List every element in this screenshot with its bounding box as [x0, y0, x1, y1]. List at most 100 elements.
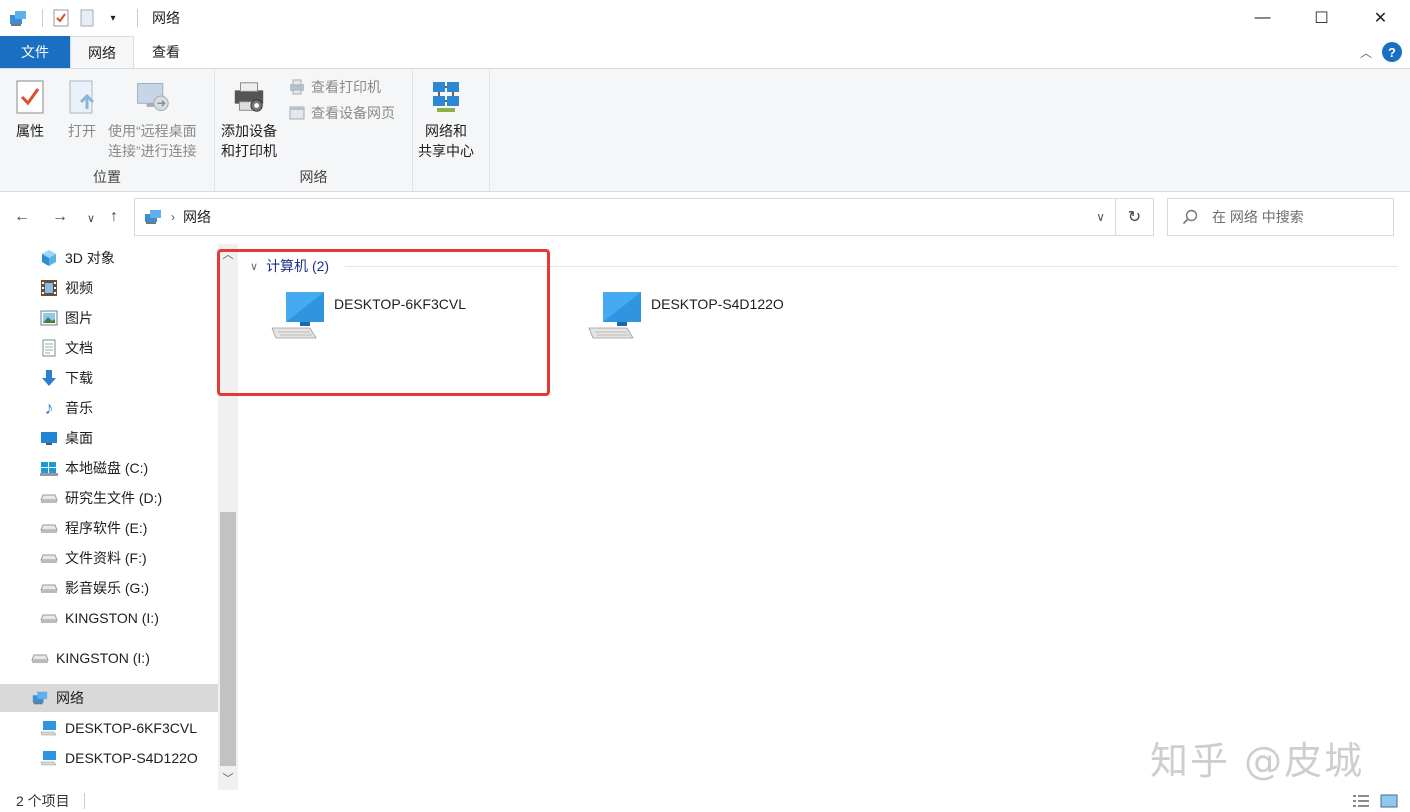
group-divider	[345, 266, 1398, 267]
view-printers-label: 查看打印机	[311, 79, 381, 95]
help-icon[interactable]: ?	[1382, 42, 1402, 62]
printer-icon	[231, 77, 267, 117]
desktop-icon	[40, 429, 58, 447]
add-devices-label-line1: 添加设备	[221, 123, 277, 139]
back-arrow-icon[interactable]: ←	[14, 208, 30, 226]
sidebar-item-downloads[interactable]: 下载	[40, 364, 93, 392]
sidebar-item-label: 网络	[56, 690, 84, 706]
sidebar-item-label: 程序软件 (E:)	[65, 520, 148, 536]
view-printers-icon	[288, 78, 306, 96]
details-view-icon[interactable]	[1352, 794, 1370, 808]
breadcrumb-chevron-icon[interactable]: ›	[171, 210, 175, 224]
sidebar-item-label: 文档	[65, 340, 93, 356]
ribbon: 属性 打开 使用“远程桌面 连接”进行连接 位置 添加设备 和打印机 查看打印机…	[0, 68, 1410, 192]
sidebar-item-kingston[interactable]: KINGSTON (I:)	[40, 604, 159, 632]
sidebar-item-music[interactable]: ♪ 音乐	[40, 394, 94, 422]
tab-network[interactable]: 网络	[70, 36, 134, 68]
toolbar-separator	[137, 9, 138, 27]
refresh-icon: ↻	[1127, 209, 1142, 226]
new-folder-quick-icon[interactable]	[77, 8, 97, 28]
sidebar-item-desktop-6kf3cvl[interactable]: DESKTOP-6KF3CVL	[40, 714, 197, 742]
ribbon-group-location: 属性 打开 使用“远程桌面 连接”进行连接 位置	[0, 69, 215, 191]
open-label: 打开	[68, 123, 96, 139]
sidebar-item-videos[interactable]: 视频	[40, 274, 93, 302]
sidebar-item-pictures[interactable]: 图片	[40, 304, 93, 332]
large-icons-view-icon[interactable]	[1380, 794, 1398, 808]
status-separator	[83, 793, 85, 809]
sidebar-item-label: 文件资料 (F:)	[65, 550, 147, 566]
usb-drive-icon	[31, 649, 49, 667]
open-button[interactable]: 打开	[64, 77, 100, 141]
sidebar-item-3d-objects[interactable]: 3D 对象	[40, 244, 115, 272]
sidebar-item-desktop-s4d122o[interactable]: DESKTOP-S4D122O	[40, 744, 198, 772]
add-devices-printers-button[interactable]: 添加设备 和打印机	[221, 77, 277, 161]
sidebar-item-kingston-root[interactable]: KINGSTON (I:)	[31, 644, 150, 672]
computer-icon	[270, 288, 326, 344]
remote-desktop-icon	[134, 77, 170, 117]
scroll-up-icon[interactable]: ︿	[218, 244, 238, 264]
sidebar-item-label: 桌面	[65, 430, 93, 446]
network-location-icon	[143, 208, 163, 226]
window-title: 网络	[152, 10, 180, 26]
search-input[interactable]	[1212, 209, 1382, 225]
sidebar-item-documents[interactable]: 文档	[40, 334, 93, 362]
collapse-ribbon-icon[interactable]: ︿	[1360, 44, 1372, 61]
view-printers-button[interactable]: 查看打印机	[288, 77, 381, 97]
recent-locations-chevron-icon[interactable]: ∨	[87, 212, 95, 225]
refresh-button[interactable]: ↻	[1116, 198, 1154, 236]
up-arrow-icon[interactable]: ↑	[110, 208, 118, 226]
cube-3d-icon	[40, 249, 58, 267]
minimize-button[interactable]: —	[1233, 0, 1292, 36]
ribbon-tabs: 文件 网络 查看	[0, 36, 1410, 68]
sidebar-item-label: DESKTOP-6KF3CVL	[65, 720, 198, 736]
tab-view[interactable]: 查看	[134, 36, 198, 68]
sidebar-item-network[interactable]: 网络	[0, 684, 218, 712]
customize-dropdown-icon[interactable]: ▾	[103, 8, 123, 28]
scroll-down-icon[interactable]: ﹀	[218, 768, 238, 788]
sidebar-item-drive-g[interactable]: 影音娱乐 (G:)	[40, 574, 149, 602]
sidebar-item-label: 影音娱乐 (G:)	[65, 580, 149, 596]
properties-button[interactable]: 属性	[12, 77, 48, 141]
quick-access-toolbar: ▾ 网络	[0, 0, 180, 36]
address-dropdown-icon[interactable]: ∨	[1096, 210, 1105, 224]
computer-item[interactable]: DESKTOP-S4D122O	[587, 288, 784, 344]
forward-arrow-icon[interactable]: →	[52, 208, 68, 226]
close-button[interactable]: ✕	[1351, 0, 1410, 36]
breadcrumb-network[interactable]: 网络	[183, 207, 211, 227]
sidebar-item-drive-c[interactable]: 本地磁盘 (C:)	[40, 454, 148, 482]
sidebar-item-drive-f[interactable]: 文件资料 (F:)	[40, 544, 147, 572]
sidebar-item-label: KINGSTON (I:)	[65, 610, 159, 626]
sidebar-item-drive-d[interactable]: 研究生文件 (D:)	[40, 484, 162, 512]
drive-icon	[40, 549, 58, 567]
scrollbar-thumb[interactable]	[220, 512, 236, 766]
tab-file[interactable]: 文件	[0, 36, 70, 68]
drive-icon	[40, 489, 58, 507]
computer-name: DESKTOP-S4D122O	[651, 296, 784, 312]
properties-quick-icon[interactable]	[51, 8, 71, 28]
group-title: 计算机 (2)	[266, 258, 330, 274]
network-app-icon	[8, 8, 28, 28]
maximize-button[interactable]: ☐	[1292, 0, 1351, 36]
sidebar-item-drive-e[interactable]: 程序软件 (E:)	[40, 514, 147, 542]
properties-icon	[12, 77, 48, 117]
view-switcher	[1352, 794, 1398, 808]
sidebar-item-label: KINGSTON (I:)	[56, 650, 150, 666]
sidebar-item-desktop[interactable]: 桌面	[40, 424, 93, 452]
search-box[interactable]	[1167, 198, 1394, 236]
network-sharing-center-button[interactable]: 网络和 共享中心	[418, 77, 474, 161]
pictures-icon	[40, 309, 58, 327]
download-icon	[40, 369, 58, 387]
remote-desktop-button[interactable]: 使用“远程桌面 连接”进行连接	[108, 77, 197, 161]
view-device-webpage-button[interactable]: 查看设备网页	[288, 103, 395, 123]
address-bar[interactable]: › 网络 ∨	[134, 198, 1116, 236]
sidebar-scrollbar[interactable]: ︿ ﹀	[218, 244, 238, 790]
group-header-computers[interactable]: ∨ 计算机 (2)	[250, 256, 329, 276]
add-devices-label-line2: 和打印机	[221, 143, 277, 159]
drive-icon	[40, 579, 58, 597]
sidebar-item-label: 视频	[65, 280, 93, 296]
computer-item[interactable]: DESKTOP-6KF3CVL	[270, 288, 466, 344]
file-list: ∨ 计算机 (2) DESKTOP-6KF3CVL DESKTOP-S4D122…	[240, 244, 1410, 790]
music-icon: ♪	[44, 397, 54, 418]
ribbon-group-sharing: 网络和 共享中心	[413, 69, 490, 191]
collapse-chevron-icon[interactable]: ∨	[250, 260, 258, 273]
